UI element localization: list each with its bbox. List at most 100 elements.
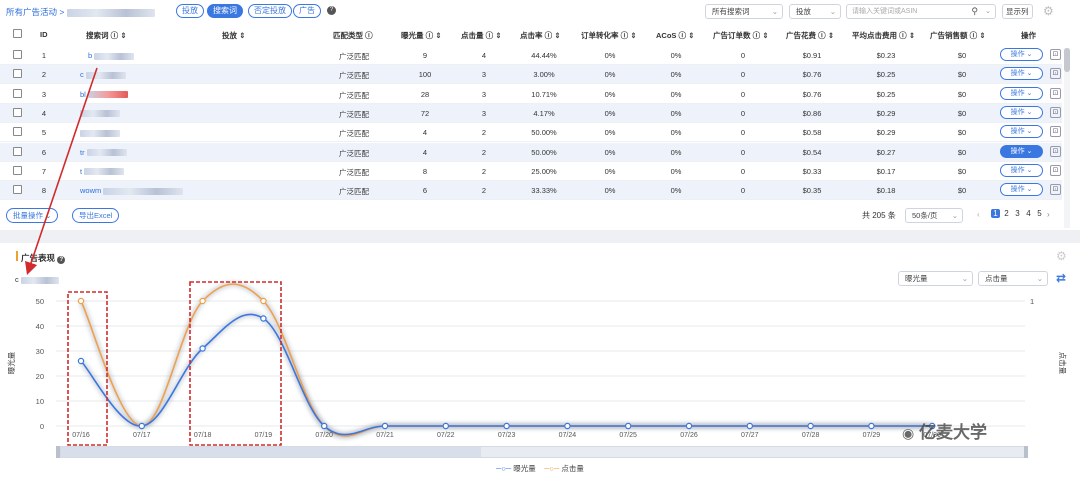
action-dropdown-button[interactable]: 操作 ⌄ — [1000, 67, 1043, 81]
col-search-term[interactable]: 搜索词 ⓘ ⇕ — [86, 30, 126, 41]
col-spend[interactable]: 广告花费 ⓘ ⇕ — [786, 30, 834, 41]
col-orders[interactable]: 广告订单数 ⓘ ⇕ — [713, 30, 768, 41]
table-row[interactable]: 7 广泛匹配 8 2 25.00% 0% 0% 0 $0.33 $0.17 $0 t 操作 ⌄ ⊡ — [0, 162, 1062, 181]
sort-icon: ⇕ — [979, 31, 986, 40]
row-checkbox[interactable] — [13, 165, 22, 175]
action-dropdown-button[interactable]: 操作 ⌄ — [1000, 48, 1043, 61]
tab-targeting[interactable]: 投放 — [176, 4, 204, 18]
refresh-icon[interactable]: ⇄ — [1056, 271, 1066, 285]
tab-ads[interactable]: 广告 — [293, 4, 321, 18]
cell-impr: 100 — [418, 70, 432, 80]
next-page-button[interactable]: › — [1047, 210, 1050, 219]
chart-icon[interactable]: ⊡ — [1050, 68, 1061, 80]
action-dropdown-button[interactable]: 操作 ⌄ — [1000, 86, 1043, 100]
chart-icon[interactable]: ⊡ — [1050, 145, 1061, 157]
action-dropdown-button[interactable]: 操作 ⌄ — [1000, 125, 1043, 139]
col-acos[interactable]: ACoS ⓘ ⇕ — [656, 30, 694, 41]
chevron-down-icon[interactable]: ⌄ — [985, 5, 991, 18]
action-dropdown-button[interactable]: 操作 ⌄ — [1000, 105, 1043, 119]
table-scrollbar-thumb[interactable] — [1064, 48, 1070, 72]
col-match-type[interactable]: 匹配类型 ⓘ — [333, 30, 373, 41]
row-checkbox[interactable] — [13, 146, 22, 156]
search-term-link[interactable]: wowm — [80, 186, 184, 195]
col-ctr[interactable]: 点击率 ⓘ ⇕ — [520, 30, 560, 41]
row-checkbox[interactable] — [13, 69, 22, 79]
action-dropdown-button[interactable]: 操作 ⌄ — [1000, 144, 1043, 158]
row-checkbox[interactable] — [13, 127, 22, 137]
range-handle-right[interactable] — [1024, 446, 1028, 458]
table-row[interactable]: 2 广泛匹配 100 3 3.00% 0% 0% 0 $0.76 $0.25 $0 c 操作 ⌄ ⊡ — [0, 65, 1062, 85]
table-scrollbar[interactable] — [1064, 48, 1070, 228]
col-cvr[interactable]: 订单转化率 ⓘ ⇕ — [581, 30, 636, 41]
chart-icon[interactable]: ⊡ — [1050, 164, 1061, 176]
table-row[interactable]: 1 广泛匹配 9 4 44.44% 0% 0% 0 $0.91 $0.23 $0 b 操作 ⌄ ⊡ — [0, 46, 1062, 65]
page-1[interactable]: 1 — [991, 209, 1000, 218]
select-all-checkbox[interactable] — [13, 29, 22, 38]
cell-cvr: 0% — [604, 70, 616, 80]
search-term-link[interactable]: c — [80, 70, 126, 79]
search-scope-select[interactable]: 所有搜索词 ⌄ — [705, 4, 783, 19]
tab-search-terms[interactable]: 搜索词 — [207, 4, 243, 18]
gear-icon[interactable]: ⚙ — [1056, 249, 1067, 263]
cell-clicks: 3 — [481, 108, 487, 118]
row-checkbox[interactable] — [13, 107, 22, 117]
table-row[interactable]: 8 广泛匹配 6 2 33.33% 0% 0% 0 $0.35 $0.18 $0 wowm 操作 ⌄ ⊡ — [0, 181, 1062, 201]
chart-icon[interactable]: ⊡ — [1050, 126, 1061, 138]
gear-icon[interactable]: ⚙ — [1043, 4, 1054, 18]
table-row[interactable]: 4 广泛匹配 72 3 4.17% 0% 0% 0 $0.86 $0.29 $0 操作 ⌄ ⊡ — [0, 103, 1062, 123]
cell-match: 广泛匹配 — [339, 187, 369, 197]
help-icon: ⓘ — [678, 31, 687, 40]
col-impressions[interactable]: 曝光量 ⓘ ⇕ — [401, 30, 441, 41]
search-input[interactable]: 请输入关键词或ASIN ⚲ ⌄ — [846, 4, 996, 19]
range-slider[interactable] — [60, 446, 1026, 458]
metric2-select[interactable]: 点击量 ⌄ — [978, 271, 1048, 286]
chart-icon[interactable]: ⊡ — [1050, 184, 1061, 196]
help-icon[interactable]: ? — [327, 6, 336, 15]
range-handle-left[interactable] — [56, 446, 60, 458]
page-4[interactable]: 4 — [1024, 209, 1033, 218]
search-icon[interactable]: ⚲ — [971, 5, 978, 18]
search-term-link[interactable] — [80, 109, 120, 118]
legend-item-impressions[interactable]: ─○─ 曝光量 — [496, 464, 536, 473]
search-term-link[interactable] — [80, 128, 120, 137]
row-checkbox[interactable] — [13, 88, 22, 98]
metric1-select[interactable]: 曝光量 ⌄ — [898, 271, 973, 286]
chart-icon[interactable]: ⊡ — [1050, 49, 1061, 60]
search-term-link[interactable]: t — [80, 167, 125, 176]
table-row[interactable]: 6 广泛匹配 4 2 50.00% 0% 0% 0 $0.54 $0.27 $0 tr 操作 ⌄ ⊡ — [0, 142, 1062, 162]
cell-spend: $0.58 — [802, 128, 822, 138]
search-term-link[interactable]: tr — [80, 148, 127, 157]
tab-negative-targeting[interactable]: 否定投放 — [248, 4, 292, 18]
chevron-down-icon: ⌄ — [951, 211, 958, 220]
breadcrumb[interactable]: 所有广告活动 > — [6, 6, 155, 18]
export-excel-button[interactable]: 导出Excel — [72, 208, 120, 223]
prev-page-button[interactable]: ‹ — [977, 210, 980, 219]
page-5[interactable]: 5 — [1035, 209, 1044, 218]
chart-icon[interactable]: ⊡ — [1050, 87, 1061, 99]
row-checkbox[interactable] — [13, 185, 22, 195]
page-3[interactable]: 3 — [1013, 209, 1022, 218]
search-term-link[interactable]: b — [88, 51, 135, 60]
col-targeting[interactable]: 投放 ⇕ — [222, 30, 245, 41]
table-row[interactable]: 5 广泛匹配 4 2 50.00% 0% 0% 0 $0.58 $0.29 $0 操作 ⌄ ⊡ — [0, 123, 1062, 143]
action-dropdown-button[interactable]: 操作 ⌄ — [1000, 163, 1043, 177]
action-dropdown-button[interactable]: 操作 ⌄ — [1000, 183, 1043, 197]
search-type-select[interactable]: 投放 ⌄ — [789, 4, 841, 19]
row-checkbox[interactable] — [13, 50, 22, 59]
table-row[interactable]: 3 广泛匹配 28 3 10.71% 0% 0% 0 $0.76 $0.25 $0 bl 操作 ⌄ ⊡ — [0, 85, 1062, 104]
batch-action-button[interactable]: 批量操作 ⌄ — [6, 208, 59, 223]
cell-match: 广泛匹配 — [339, 129, 369, 139]
col-sales[interactable]: 广告销售额 ⓘ ⇕ — [930, 30, 985, 41]
search-term-link[interactable]: bl — [80, 90, 128, 99]
help-icon[interactable]: ? — [57, 256, 66, 264]
chart-icon[interactable]: ⊡ — [1050, 106, 1061, 118]
col-cpc[interactable]: 平均点击费用 ⓘ ⇕ — [852, 30, 915, 41]
show-columns-button[interactable]: 显示列 — [1002, 4, 1033, 19]
help-icon: ⓘ — [544, 31, 553, 40]
legend-item-clicks[interactable]: ─○─ 点击量 — [544, 464, 584, 473]
page-size-select[interactable]: 50条/页 ⌄ — [905, 208, 963, 223]
col-clicks[interactable]: 点击量 ⓘ ⇕ — [461, 30, 501, 41]
watermark: ◉ 亿麦大学 — [902, 423, 987, 442]
page-2[interactable]: 2 — [1002, 209, 1011, 218]
cell-sales: $0 — [957, 186, 967, 196]
